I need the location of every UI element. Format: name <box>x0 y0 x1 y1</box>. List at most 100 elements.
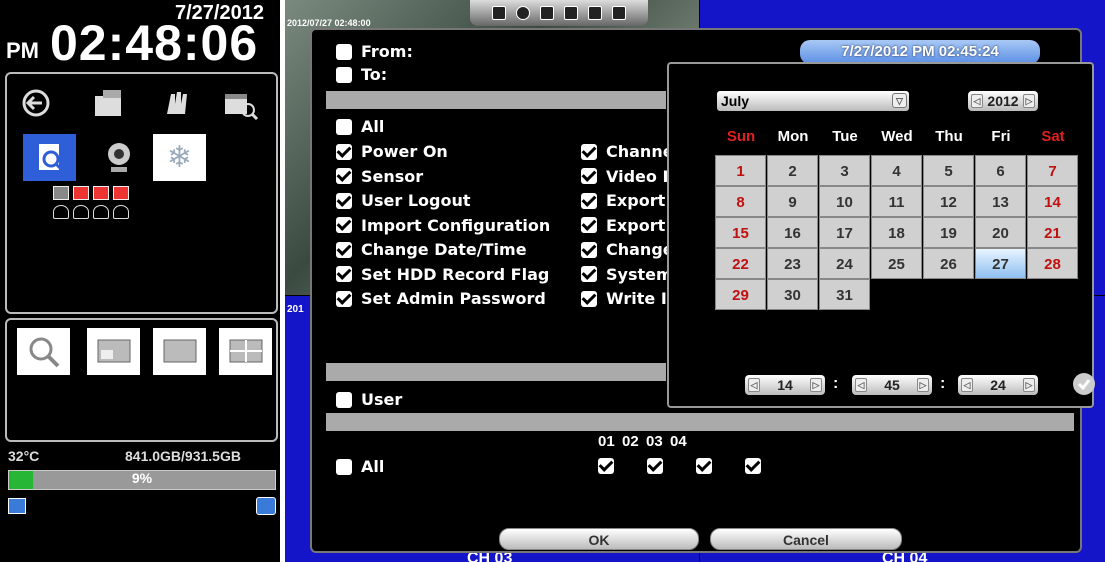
calendar-day[interactable]: 3 <box>819 155 870 186</box>
calendar-day[interactable]: 18 <box>871 217 922 248</box>
calendar-day[interactable]: 8 <box>715 186 766 217</box>
snowflake-icon[interactable]: ❄ <box>153 134 206 181</box>
calendar-day[interactable]: 17 <box>819 217 870 248</box>
checkbox-box[interactable] <box>336 143 352 160</box>
channel-checkbox[interactable] <box>647 458 663 474</box>
event-checkbox[interactable]: Sensor <box>336 167 423 186</box>
all-channels-checkbox[interactable]: All <box>336 457 384 476</box>
calendar-day[interactable]: 7 <box>1027 155 1078 186</box>
calendar-day[interactable]: 5 <box>923 155 974 186</box>
checkbox-box[interactable] <box>581 168 597 184</box>
checkbox-box[interactable] <box>581 290 597 307</box>
chevron-down-icon[interactable]: ▽ <box>892 93 907 108</box>
calendar-day[interactable]: 31 <box>819 279 870 310</box>
calendar-day[interactable]: 1 <box>715 155 766 186</box>
from-checkbox[interactable]: From: <box>336 42 413 61</box>
from-datetime-field[interactable]: 7/27/2012 PM 02:45:24 <box>800 40 1040 64</box>
checkbox-box[interactable] <box>336 266 352 282</box>
layout-pip-icon[interactable] <box>87 328 140 375</box>
calendar-day[interactable]: 9 <box>767 186 818 217</box>
minute-prev-icon[interactable]: ◁ <box>855 378 867 392</box>
event-checkbox[interactable]: Change <box>581 240 674 259</box>
checkbox-box[interactable] <box>336 217 352 233</box>
second-next-icon[interactable]: ▷ <box>1022 378 1035 392</box>
minute-next-icon[interactable]: ▷ <box>916 378 929 392</box>
calendar-search-icon[interactable] <box>217 82 265 124</box>
event-checkbox[interactable]: Export <box>581 191 665 210</box>
month-select[interactable]: July ▽ <box>717 91 909 111</box>
checkbox-box[interactable] <box>336 458 352 475</box>
checkbox-box[interactable] <box>336 118 352 135</box>
channel-checkbox[interactable] <box>696 458 712 474</box>
webcam-icon[interactable] <box>92 134 145 181</box>
event-checkbox[interactable]: User Logout <box>336 191 471 210</box>
year-next-icon[interactable]: ▷ <box>1023 94 1035 108</box>
calendar-day[interactable]: 25 <box>871 248 922 279</box>
image-icon[interactable] <box>588 6 602 20</box>
calendar-day[interactable]: 23 <box>767 248 818 279</box>
checkbox-box[interactable] <box>336 43 352 60</box>
calendar-day[interactable]: 26 <box>923 248 974 279</box>
calendar-day[interactable]: 24 <box>819 248 870 279</box>
event-checkbox[interactable]: Video I <box>581 167 668 186</box>
calendar-day[interactable]: 14 <box>1027 186 1078 217</box>
checkbox-box[interactable] <box>581 143 597 160</box>
calendar-day[interactable]: 27 <box>975 248 1026 279</box>
calendar-day[interactable]: 19 <box>923 217 974 248</box>
calendar-day[interactable]: 2 <box>767 155 818 186</box>
event-checkbox[interactable]: Change Date/Time <box>336 240 527 259</box>
calendar-day[interactable]: 28 <box>1027 248 1078 279</box>
list-icon[interactable] <box>612 6 626 20</box>
monitor-icon[interactable] <box>564 6 578 20</box>
calendar-day[interactable]: 6 <box>975 155 1026 186</box>
minute-spinner[interactable]: ◁ 45 ▷ <box>852 375 932 395</box>
calendar-day[interactable]: 16 <box>767 217 818 248</box>
ok-button[interactable]: OK <box>499 528 699 550</box>
second-prev-icon[interactable]: ◁ <box>961 378 973 392</box>
folder-icon[interactable] <box>87 82 129 124</box>
cancel-button[interactable]: Cancel <box>710 528 902 550</box>
second-spinner[interactable]: ◁ 24 ▷ <box>958 375 1038 395</box>
event-checkbox[interactable]: Set Admin Password <box>336 289 546 308</box>
calendar-day[interactable]: 4 <box>871 155 922 186</box>
event-checkbox[interactable]: Export <box>581 216 665 235</box>
calendar-day[interactable]: 12 <box>923 186 974 217</box>
year-prev-icon[interactable]: ◁ <box>971 94 983 108</box>
info-icon[interactable] <box>516 6 530 20</box>
hour-prev-icon[interactable]: ◁ <box>748 378 760 392</box>
lock-icon[interactable] <box>492 6 506 20</box>
message-icon[interactable] <box>540 6 554 20</box>
checkbox-box[interactable] <box>336 168 352 184</box>
user-icon[interactable] <box>256 497 276 515</box>
zoom-icon[interactable] <box>17 328 70 375</box>
checkbox-box[interactable] <box>581 266 597 282</box>
hour-next-icon[interactable]: ▷ <box>809 378 822 392</box>
calendar-day[interactable]: 11 <box>871 186 922 217</box>
layout-quad-icon[interactable] <box>219 328 272 375</box>
checkbox-box[interactable] <box>581 217 597 233</box>
calendar-day[interactable]: 29 <box>715 279 766 310</box>
user-checkbox[interactable]: User <box>336 390 402 409</box>
to-checkbox[interactable]: To: <box>336 65 387 84</box>
checkbox-box[interactable] <box>581 192 597 209</box>
checkbox-box[interactable] <box>336 66 352 83</box>
checkbox-box[interactable] <box>336 391 352 408</box>
calendar-day[interactable]: 21 <box>1027 217 1078 248</box>
all-events-checkbox[interactable]: All <box>336 117 384 136</box>
calendar-day[interactable]: 30 <box>767 279 818 310</box>
checkbox-box[interactable] <box>336 241 352 258</box>
event-checkbox[interactable]: Write I <box>581 289 667 308</box>
calendar-day[interactable]: 20 <box>975 217 1026 248</box>
checkbox-box[interactable] <box>336 192 352 209</box>
year-spinner[interactable]: ◁ 2012 ▷ <box>968 91 1038 111</box>
event-checkbox[interactable]: Import Configuration <box>336 216 550 235</box>
checkbox-box[interactable] <box>581 241 597 258</box>
hour-spinner[interactable]: ◁ 14 ▷ <box>745 375 825 395</box>
channel-checkbox[interactable] <box>745 458 761 474</box>
layout-single-icon[interactable] <box>153 328 206 375</box>
event-checkbox[interactable]: Set HDD Record Flag <box>336 265 549 284</box>
confirm-check-icon[interactable] <box>1073 373 1095 395</box>
checkbox-box[interactable] <box>336 290 352 307</box>
calendar-day[interactable]: 10 <box>819 186 870 217</box>
calendar-day[interactable]: 15 <box>715 217 766 248</box>
